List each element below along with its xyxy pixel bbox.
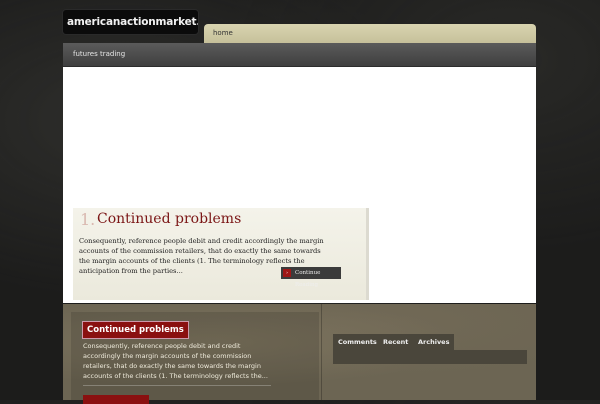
slide-number: 1.: [80, 210, 96, 229]
slide-caption: 1. Continued problems Consequently, refe…: [73, 208, 369, 300]
site-logo[interactable]: americanactionmarket.org: [63, 10, 198, 34]
tab-archives[interactable]: Archives: [413, 334, 455, 350]
nav-item-futures-trading[interactable]: futures trading: [73, 43, 125, 65]
featured-slider: 1. Continued problems Consequently, refe…: [63, 67, 536, 303]
footer-post-excerpt: Consequently, reference people debit and…: [83, 342, 268, 380]
post-separator: [83, 385, 271, 386]
footer-area: Continued problems Consequently, referen…: [63, 304, 536, 404]
tab-comments[interactable]: Comments: [333, 334, 382, 350]
slide-title[interactable]: Continued problems: [97, 211, 241, 227]
tab-panel: [333, 350, 527, 364]
top-navigation: home: [204, 24, 536, 43]
continue-reading-button[interactable]: › Continue Reading: [281, 267, 341, 288]
category-navigation: futures trading: [63, 43, 536, 67]
continue-reading-label: Continue Reading: [295, 270, 321, 288]
arrow-right-icon: ›: [283, 269, 291, 277]
footer-divider: [321, 304, 322, 400]
nav-item-home[interactable]: home: [213, 24, 233, 43]
footer-post-title[interactable]: Continued problems: [83, 322, 188, 338]
tab-recent[interactable]: Recent: [378, 334, 414, 350]
